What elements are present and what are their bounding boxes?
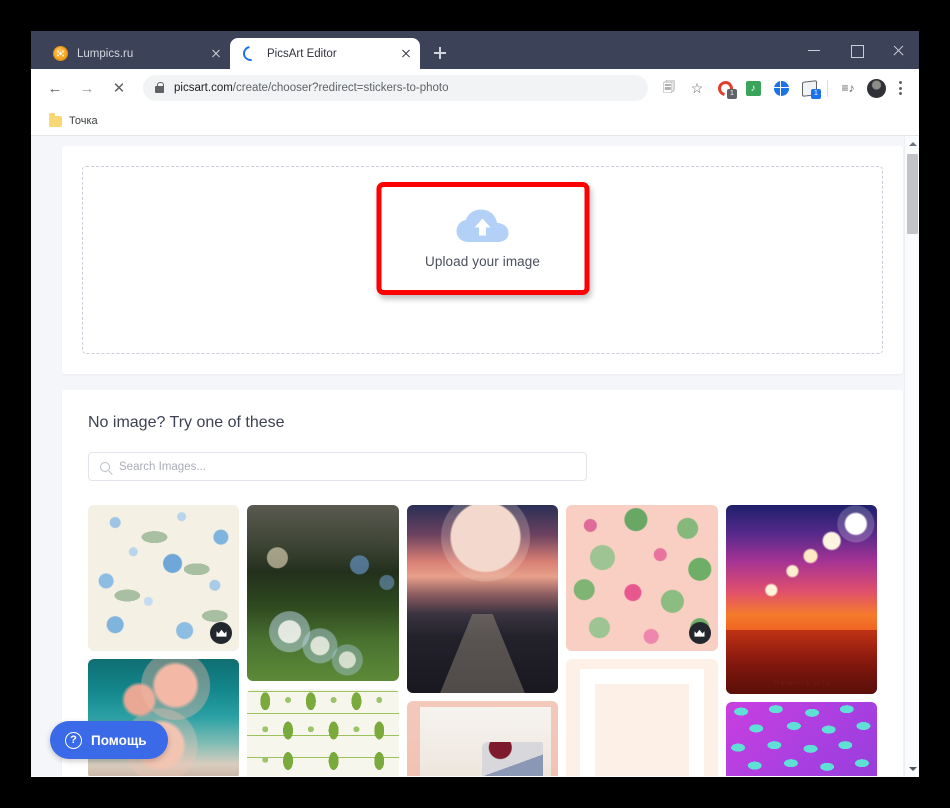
- crown-icon: [210, 622, 233, 644]
- url-path: /create/chooser?redirect=stickers-to-pho…: [232, 82, 449, 94]
- profile-avatar[interactable]: [863, 75, 889, 101]
- reading-list-icon[interactable]: ≡♪: [835, 75, 861, 101]
- scroll-down-arrow-icon[interactable]: [905, 761, 919, 776]
- close-icon[interactable]: [207, 45, 224, 62]
- bookmark-label: Точка: [69, 115, 98, 127]
- scrollbar-thumb[interactable]: [907, 154, 918, 234]
- chrome-menu-icon[interactable]: [889, 76, 911, 100]
- folder-icon: [49, 113, 62, 127]
- window-controls: [793, 31, 919, 69]
- thumb-blue-roses-pattern[interactable]: [88, 505, 240, 651]
- crown-icon: [688, 622, 711, 644]
- avatar: [866, 78, 886, 98]
- page-scrollbar[interactable]: [904, 136, 919, 776]
- extension-music-icon[interactable]: ♪: [740, 75, 766, 101]
- thumb-girl-on-stairs[interactable]: [406, 701, 559, 776]
- tab-picsart-editor[interactable]: PicsArt Editor: [230, 38, 420, 69]
- stop-icon[interactable]: ✕: [105, 74, 133, 102]
- page-title: No image? Try one of these: [88, 414, 285, 431]
- screenshot-root: Lumpics.ru PicsArt Editor ← → ✕ picsart.…: [0, 0, 950, 808]
- thumbnail-grid: lrmnenora arts: [88, 505, 877, 776]
- bookmark-star-icon[interactable]: ☆: [684, 75, 710, 101]
- extension-badge: 1: [727, 89, 737, 99]
- scroll-up-arrow-icon[interactable]: [905, 136, 919, 151]
- extension-red-icon[interactable]: 1: [712, 75, 738, 101]
- help-label: Помощь: [91, 732, 147, 748]
- globe-glyph: [773, 80, 789, 96]
- minimize-button[interactable]: [793, 31, 835, 69]
- cloud-upload-icon: [455, 209, 511, 243]
- upload-dropzone[interactable]: Upload your image: [82, 166, 883, 354]
- extension-badge: 1: [811, 89, 821, 99]
- secure-lock-icon: [155, 81, 164, 93]
- browser-toolbar: ← → ✕ picsart.com/create/chooser?redirec…: [31, 69, 919, 107]
- upload-your-image-button[interactable]: Upload your image: [376, 182, 589, 295]
- page-content: Upload your image No image? Try one of t…: [31, 136, 919, 776]
- thumb-cream-frame[interactable]: [566, 659, 718, 776]
- help-button[interactable]: ? Помощь: [50, 721, 168, 759]
- address-bar[interactable]: picsart.com/create/chooser?redirect=stic…: [143, 75, 648, 101]
- translate-icon[interactable]: 🗐: [656, 75, 682, 101]
- thumb-cactus-succulent-pattern[interactable]: [566, 505, 718, 651]
- search-images-box[interactable]: [88, 452, 587, 481]
- browser-window: Lumpics.ru PicsArt Editor ← → ✕ picsart.…: [31, 31, 919, 777]
- page-viewport: Upload your image No image? Try one of t…: [31, 136, 919, 776]
- loading-spinner-icon: [240, 43, 261, 64]
- tab-title: Lumpics.ru: [77, 47, 134, 60]
- tab-strip: Lumpics.ru PicsArt Editor: [31, 31, 919, 69]
- question-mark-icon: ?: [65, 731, 82, 749]
- tab-title: PicsArt Editor: [267, 47, 337, 60]
- thumb-green-tree-pattern[interactable]: [247, 689, 399, 776]
- close-icon[interactable]: [397, 45, 414, 62]
- back-arrow-icon[interactable]: ←: [41, 74, 69, 102]
- bookmark-item[interactable]: Точка: [43, 112, 104, 130]
- gallery-card: No image? Try one of these Search Images…: [62, 390, 903, 776]
- thumbnail-watermark: lrmnenora arts: [772, 680, 830, 687]
- thumb-soap-bubbles-grass[interactable]: [247, 505, 399, 681]
- search-icon: [100, 461, 110, 472]
- upload-card: Upload your image: [62, 146, 903, 374]
- thumb-moons-desert-sunset[interactable]: lrmnenora arts: [725, 505, 877, 694]
- extension-box-icon[interactable]: 1: [796, 75, 822, 101]
- search-input[interactable]: [119, 460, 575, 473]
- thumb-purple-burger-pattern[interactable]: [725, 702, 877, 776]
- lumpics-favicon: [53, 46, 68, 61]
- extension-globe-icon[interactable]: [768, 75, 794, 101]
- new-tab-button[interactable]: [426, 39, 454, 67]
- music-note-glyph: ♪: [745, 80, 761, 96]
- bookmarks-bar: Точка: [31, 107, 919, 136]
- maximize-button[interactable]: [835, 31, 877, 69]
- close-window-button[interactable]: [877, 31, 919, 69]
- upload-label: Upload your image: [424, 253, 540, 269]
- url-text: picsart.com/create/chooser?redirect=stic…: [174, 82, 449, 94]
- forward-arrow-icon[interactable]: →: [73, 74, 101, 102]
- thumb-moon-over-house[interactable]: [406, 505, 559, 693]
- url-host: picsart.com: [174, 82, 233, 94]
- tab-lumpics[interactable]: Lumpics.ru: [40, 38, 230, 69]
- toolbar-divider: [827, 79, 828, 97]
